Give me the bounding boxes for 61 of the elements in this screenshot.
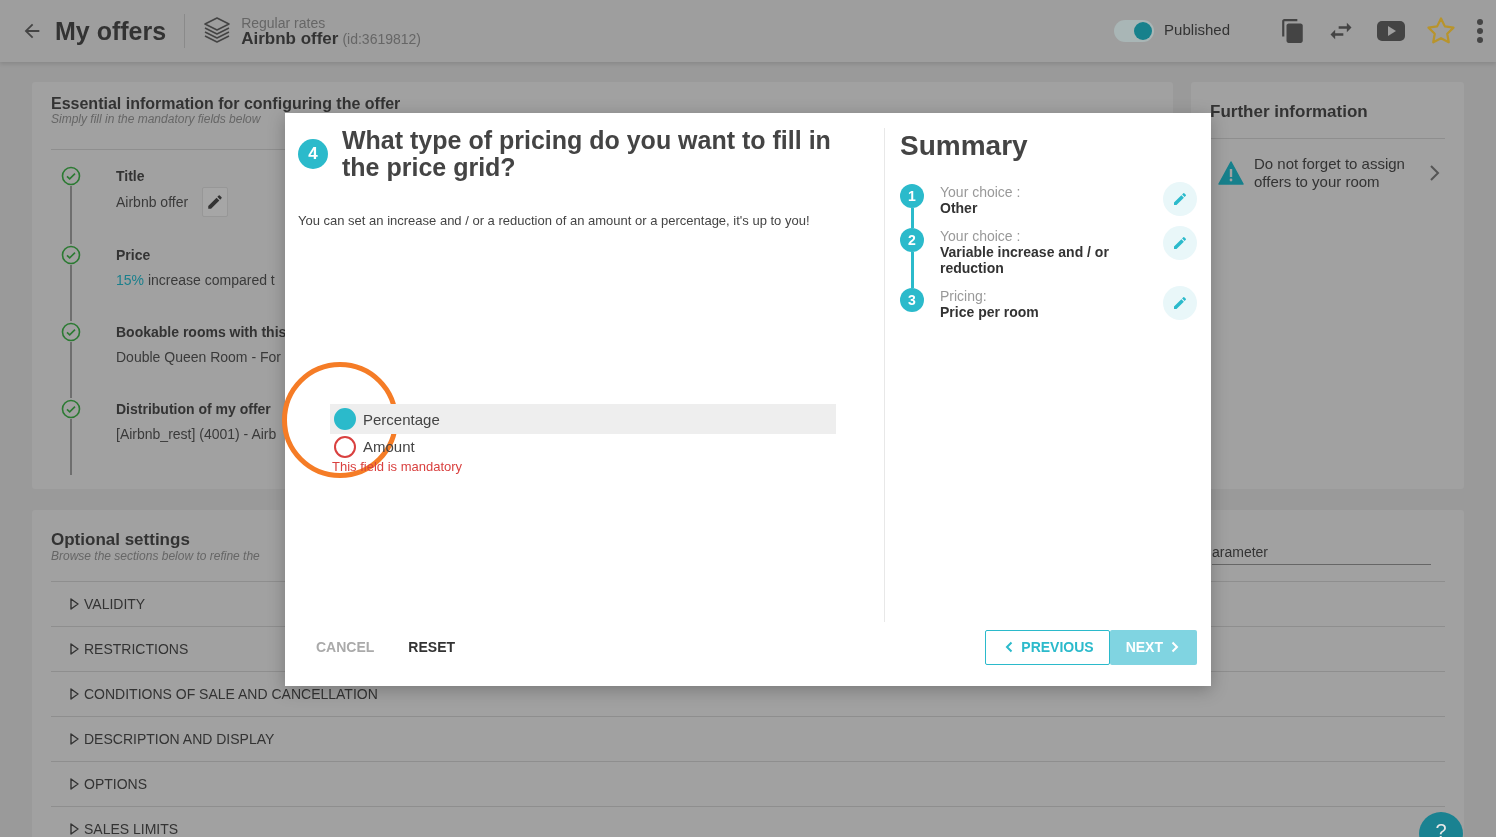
card-title: Further information [1210,102,1369,122]
play-icon[interactable] [1376,18,1406,44]
warning-icon [1218,161,1244,185]
star-icon[interactable] [1426,16,1456,46]
pencil-icon [1172,295,1188,311]
summary-label: Pricing: [940,288,988,304]
step-number: 2 [900,228,924,252]
chevron-left-icon [1005,641,1014,653]
dialog-button[interactable]: RESET [395,629,469,665]
card-subtitle: Browse the sections below to refine the [51,549,260,563]
layers-icon [203,16,232,46]
chevron-right-icon[interactable] [1429,164,1441,182]
offer-category: Regular rates [241,15,327,31]
step-value: [Airbnb_rest] (4001) - Airb [116,425,277,444]
step-title: Price [116,246,152,265]
summary-value: Price per room [940,304,1040,320]
card-subtitle: Simply fill in the mandatory fields below [51,112,262,126]
edit-button[interactable] [1163,226,1197,260]
step-title: Distribution of my offer [116,400,272,419]
dialog-description: You can set an increase and / or a reduction of an amount or a percentage, it's up to you! [298,213,811,229]
section-header[interactable]: OPTIONS [69,777,147,791]
summary-value: Other [940,200,979,216]
edit-button[interactable] [202,187,229,217]
page-title: My offers [55,16,167,46]
chevron-right-icon [1171,641,1179,653]
summary-title: Summary [900,130,1029,162]
radio-button[interactable] [334,408,356,430]
step-value: Airbnb offer [116,193,189,212]
more-icon[interactable] [1476,18,1484,44]
offer-name: Airbnb offer [241,31,339,47]
publish-toggle[interactable] [1114,20,1155,42]
pencil-icon [1172,235,1188,251]
edit-button[interactable] [1163,182,1197,216]
copy-icon[interactable] [1280,17,1306,45]
pencil-icon [1172,191,1188,207]
step-value: Double Queen Room - For [116,348,281,367]
step-value: 15% increase compared t [116,271,275,290]
summary-label: Your choice : [940,184,1022,200]
search-field[interactable]: arameter [1212,539,1431,565]
offer-id: (id:3619812) [342,31,422,47]
section-header[interactable]: DESCRIPTION AND DISPLAY [69,732,275,746]
step-title: Title [116,167,146,186]
status-label: Published [1164,20,1230,38]
section-header[interactable]: CONDITIONS OF SALE AND CANCELLATION [69,687,378,701]
edit-button[interactable] [1163,286,1197,320]
pencil-icon [206,193,225,211]
option-label: Percentage [363,410,440,428]
radio-button[interactable] [334,435,356,458]
step-number: 4 [298,139,328,169]
step-title: Bookable rooms with this [116,323,287,342]
section-header[interactable]: RESTRICTIONS [69,642,189,656]
summary-label: Your choice : [940,228,1022,244]
step-number: 3 [900,288,924,312]
section-header[interactable]: VALIDITY [69,597,146,611]
card-title: Optional settings [51,530,191,549]
alert-message: Do not forget to assign offers to your room [1254,155,1406,191]
summary-value: Variable increase and / or reduction [940,244,1110,276]
card-title: Essential information for configuring the offer [51,95,402,112]
section-header[interactable]: SALES LIMITS [69,822,179,836]
dialog-question: What type of pricing do you want to fill in the price grid? [342,127,832,181]
step-number: 1 [900,184,924,208]
